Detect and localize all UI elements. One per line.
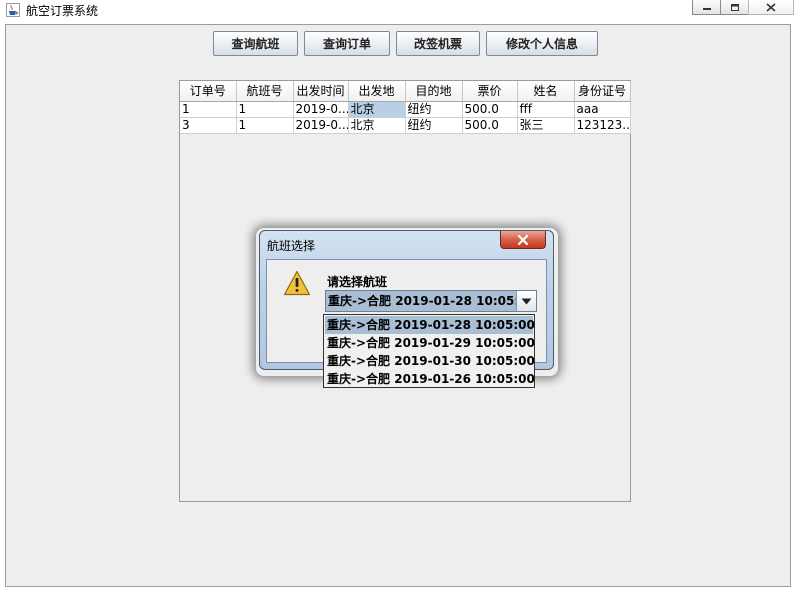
column-header-price[interactable]: 票价 (462, 81, 518, 102)
table-header-row: 订单号 航班号 出发时间 出发地 目的地 票价 姓名 身份证号 (180, 81, 631, 102)
chevron-down-icon (521, 298, 532, 304)
orders-table[interactable]: 订单号 航班号 出发时间 出发地 目的地 票价 姓名 身份证号 1 1 2019… (180, 81, 631, 134)
maximize-button[interactable] (720, 0, 749, 15)
column-header-departure-time[interactable]: 出发时间 (293, 81, 349, 102)
table-cell[interactable]: 纽约 (405, 117, 463, 134)
dialog-title: 航班选择 (267, 239, 316, 253)
table-cell[interactable]: 1 (180, 101, 237, 118)
dropdown-option[interactable]: 重庆->合肥 2019-01-29 10:05:00 (325, 334, 535, 352)
dropdown-option[interactable]: 重庆->合肥 2019-01-26 10:05:00 (325, 370, 535, 388)
minimize-button[interactable] (692, 0, 721, 15)
query-flights-button[interactable]: 查询航班 (213, 31, 298, 56)
column-header-order-id[interactable]: 订单号 (180, 81, 237, 102)
table-cell[interactable]: 张三 (517, 117, 575, 134)
window-title: 航空订票系统 (26, 4, 99, 18)
close-icon (517, 234, 529, 245)
table-cell[interactable]: fff (517, 101, 575, 118)
table-cell-selected[interactable]: 北京 (348, 101, 406, 118)
edit-profile-button[interactable]: 修改个人信息 (486, 31, 598, 56)
query-orders-button[interactable]: 查询订单 (304, 31, 390, 56)
warning-icon (283, 270, 311, 296)
close-window-button[interactable] (748, 0, 794, 15)
dropdown-option[interactable]: 重庆->合肥 2019-01-28 10:05:00 (325, 316, 535, 334)
table-row[interactable]: 3 1 2019-0... 北京 纽约 500.0 张三 123123... (180, 117, 631, 134)
table-cell[interactable]: 纽约 (405, 101, 463, 118)
table-cell[interactable]: 500.0 (462, 117, 518, 134)
column-header-origin[interactable]: 出发地 (348, 81, 406, 102)
dialog-prompt: 请选择航班 (327, 275, 388, 289)
table-cell[interactable]: 北京 (348, 117, 406, 134)
title-bar: 航空订票系统 (0, 0, 798, 20)
maximize-icon (730, 3, 739, 11)
combobox-selected-value[interactable]: 重庆->合肥 2019-01-28 10:05:00 (326, 291, 516, 311)
table-cell[interactable]: 123123... (574, 117, 631, 134)
table-cell[interactable]: 1 (236, 101, 294, 118)
change-ticket-button[interactable]: 改签机票 (396, 31, 480, 56)
flight-dropdown-list[interactable]: 重庆->合肥 2019-01-28 10:05:00 重庆->合肥 2019-0… (323, 314, 535, 388)
table-cell[interactable]: 1 (236, 117, 294, 134)
dropdown-option[interactable]: 重庆->合肥 2019-01-30 10:05:00 (325, 352, 535, 370)
column-header-destination[interactable]: 目的地 (405, 81, 463, 102)
table-cell[interactable]: 3 (180, 117, 237, 134)
table-cell[interactable]: 500.0 (462, 101, 518, 118)
column-header-name[interactable]: 姓名 (517, 81, 575, 102)
flight-combobox[interactable]: 重庆->合肥 2019-01-28 10:05:00 (325, 290, 537, 312)
column-header-id-number[interactable]: 身份证号 (574, 81, 631, 102)
combobox-arrow-button[interactable] (516, 291, 536, 311)
table-cell[interactable]: 2019-0... (293, 101, 349, 118)
close-icon (766, 2, 776, 12)
table-cell[interactable]: 2019-0... (293, 117, 349, 134)
table-row[interactable]: 1 1 2019-0... 北京 纽约 500.0 fff aaa (180, 101, 631, 118)
window-controls (692, 0, 794, 15)
window-bottom-edge (0, 591, 798, 595)
column-header-flight-no[interactable]: 航班号 (236, 81, 294, 102)
java-cup-icon (6, 3, 20, 17)
minimize-icon (702, 8, 711, 10)
dialog-close-button[interactable] (500, 231, 546, 249)
table-cell[interactable]: aaa (574, 101, 631, 118)
